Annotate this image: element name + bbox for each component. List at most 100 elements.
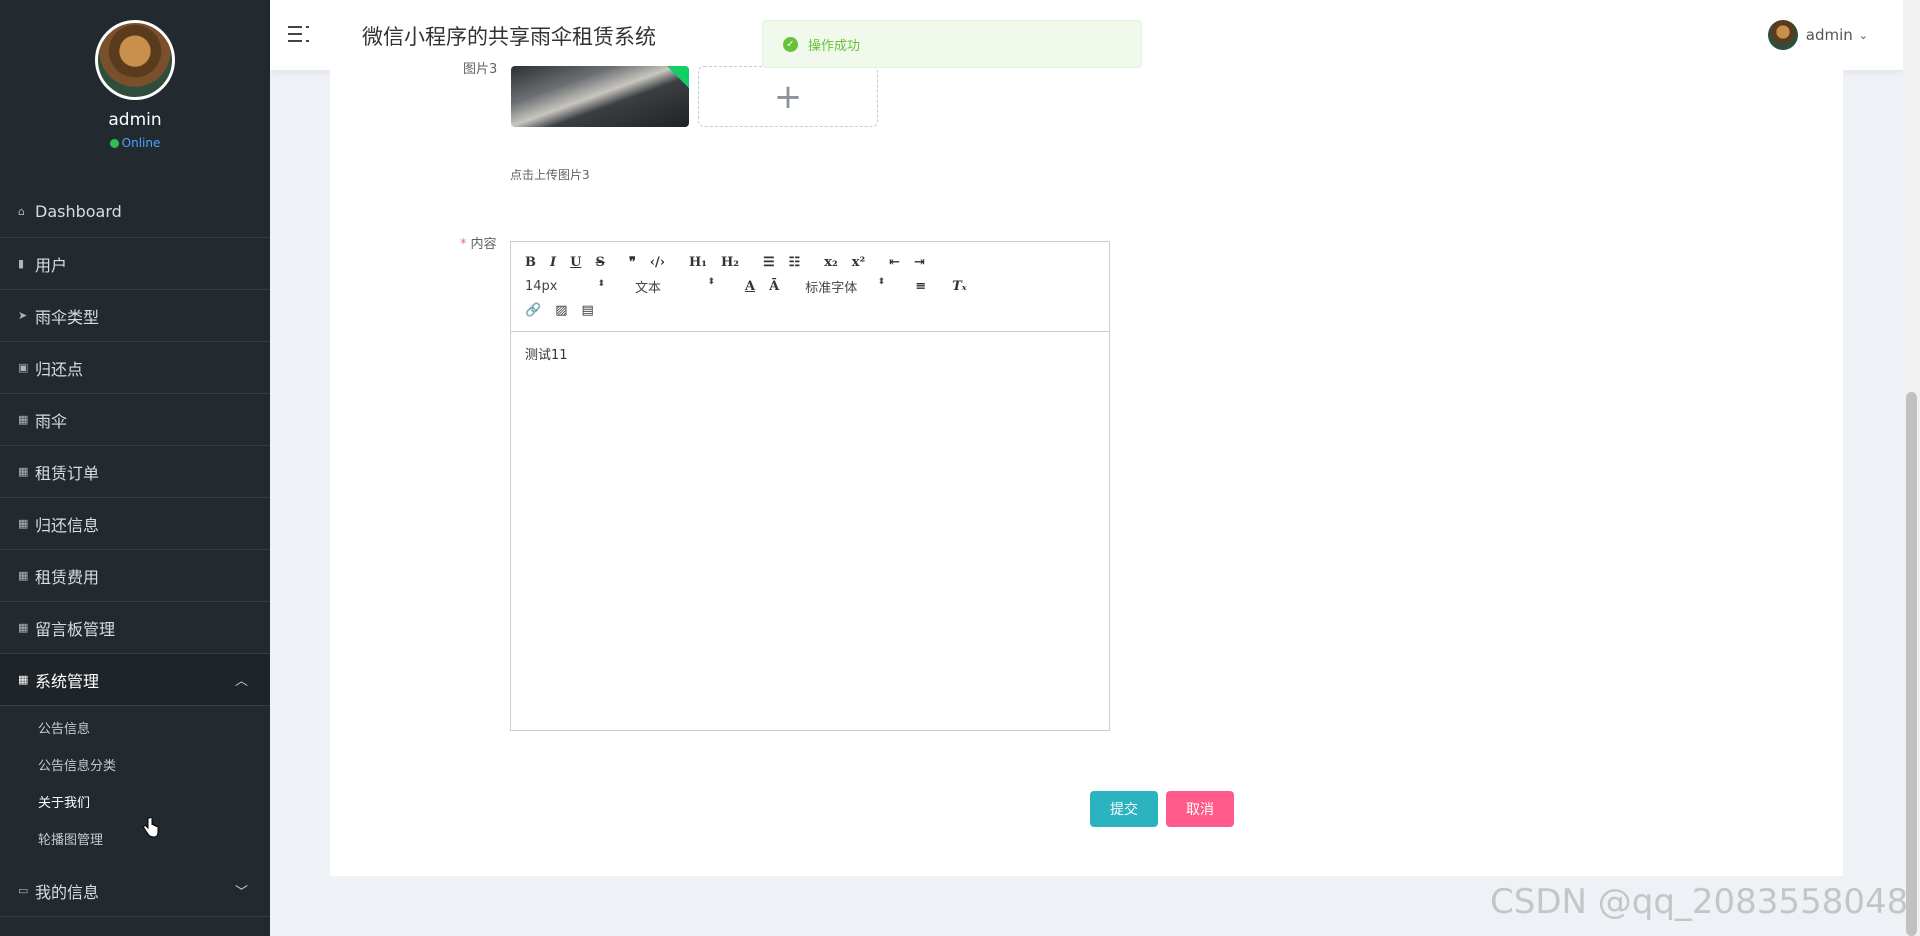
rich-text-editor: B I U S ❞ ‹/› H₁ H₂ ☰ ☷ x₂ x² ⇤ ⇥ 14px ⬍ … bbox=[510, 241, 1110, 731]
clear-format-button[interactable]: Tₓ bbox=[952, 279, 967, 294]
align-button[interactable]: ≡ bbox=[915, 279, 926, 294]
hand-cursor-icon bbox=[143, 817, 159, 838]
sidebar-item-label: 我的信息 bbox=[35, 882, 100, 902]
image-upload-button[interactable]: + bbox=[698, 66, 878, 127]
grid-icon: ▦ bbox=[18, 517, 29, 530]
editor-toolbar: B I U S ❞ ‹/› H₁ H₂ ☰ ☷ x₂ x² ⇤ ⇥ 14px ⬍ … bbox=[511, 242, 1109, 332]
sidebar-item-label: 留言板管理 bbox=[35, 619, 116, 639]
bullet-list-button[interactable]: ☷ bbox=[789, 255, 801, 270]
system-submenu: 公告信息 公告信息分类 关于我们 轮播图管理 bbox=[0, 706, 270, 865]
sidebar-item-return-info[interactable]: ▦ 归还信息 bbox=[0, 498, 270, 550]
sidebar-item-return-points[interactable]: ▣ 归还点 bbox=[0, 342, 270, 394]
chevron-down-icon: ⌄ bbox=[1858, 28, 1868, 42]
sidebar-item-my-info[interactable]: ▭ 我的信息 ﹀ bbox=[0, 865, 270, 917]
clipboard-icon: ▣ bbox=[18, 361, 29, 374]
content-field-label: * 内容 bbox=[460, 233, 497, 252]
font-family-select[interactable]: 标准字体 ⬍ bbox=[805, 277, 885, 296]
content-label-text: 内容 bbox=[470, 237, 497, 252]
sidebar-item-umbrellas[interactable]: ▦ 雨伞 bbox=[0, 394, 270, 446]
underline-button[interactable]: U bbox=[570, 255, 581, 270]
video-icon[interactable]: ▤ bbox=[581, 303, 593, 318]
profile-name: admin bbox=[108, 110, 162, 130]
chevron-up-icon: ︿ bbox=[234, 674, 248, 689]
paper-plane-icon: ➤ bbox=[18, 309, 28, 322]
status-text: Online bbox=[121, 136, 161, 150]
sidebar-item-label: 用户 bbox=[35, 255, 68, 275]
menu-toggle-icon[interactable] bbox=[288, 22, 312, 46]
blockquote-button[interactable]: ❞ bbox=[629, 255, 636, 270]
link-icon[interactable]: 🔗 bbox=[525, 303, 541, 318]
grid-icon: ▦ bbox=[18, 621, 29, 634]
uploaded-image-thumbnail[interactable] bbox=[511, 66, 689, 127]
grid-icon: ▦ bbox=[18, 569, 29, 582]
book-icon: ▮ bbox=[18, 257, 25, 270]
text-color-button[interactable]: A bbox=[745, 279, 755, 294]
select-arrows-icon: ⬍ bbox=[707, 276, 715, 287]
editor-content-area[interactable]: 测试11 bbox=[511, 332, 1109, 730]
sidebar-item-system-management[interactable]: ▦ 系统管理 ︿ bbox=[0, 654, 270, 706]
profile-panel: admin Online bbox=[0, 0, 270, 186]
italic-button[interactable]: I bbox=[550, 255, 556, 270]
id-card-icon: ▭ bbox=[18, 884, 29, 897]
sidebar-item-label: 归还信息 bbox=[35, 515, 100, 535]
avatar bbox=[95, 20, 175, 100]
grid-icon: ▦ bbox=[18, 673, 29, 686]
status-indicator: Online bbox=[0, 136, 270, 150]
success-toast: ✓ 操作成功 bbox=[762, 20, 1142, 68]
online-dot-icon bbox=[109, 139, 119, 148]
sidebar-item-label: 归还点 bbox=[35, 359, 84, 379]
ordered-list-button[interactable]: ☰ bbox=[763, 255, 775, 270]
code-block-button[interactable]: ‹/› bbox=[650, 255, 665, 270]
home-icon: ⌂ bbox=[18, 205, 25, 218]
strike-button[interactable]: S bbox=[595, 255, 604, 270]
scrollbar-thumb[interactable] bbox=[1906, 392, 1917, 936]
header1-button[interactable]: H₁ bbox=[689, 255, 707, 270]
avatar bbox=[1767, 20, 1798, 50]
outdent-button[interactable]: ⇤ bbox=[889, 255, 900, 270]
sidebar-item-label: 雨伞类型 bbox=[35, 307, 100, 327]
submenu-item-announcements[interactable]: 公告信息 bbox=[0, 709, 270, 746]
sidebar-item-label: Dashboard bbox=[35, 202, 122, 221]
sidebar-item-rental-fees[interactable]: ▦ 租赁费用 bbox=[0, 550, 270, 602]
user-dropdown[interactable]: admin ⌄ bbox=[1767, 20, 1868, 50]
uploaded-check-icon bbox=[665, 66, 689, 90]
subscript-button[interactable]: x₂ bbox=[824, 255, 837, 270]
sidebar-item-message-board[interactable]: ▦ 留言板管理 bbox=[0, 602, 270, 654]
submit-button[interactable]: 提交 bbox=[1090, 791, 1158, 827]
grid-icon: ▦ bbox=[18, 413, 29, 426]
plus-icon: + bbox=[773, 76, 803, 117]
bold-button[interactable]: B bbox=[525, 255, 536, 270]
heading-select[interactable]: 文本 ⬍ bbox=[635, 277, 715, 296]
toast-message: 操作成功 bbox=[808, 38, 861, 54]
upload-tip: 点击上传图片3 bbox=[510, 168, 590, 182]
required-mark: * bbox=[460, 237, 467, 252]
watermark: CSDN @qq_2083558048 bbox=[1490, 882, 1909, 922]
background-color-button[interactable]: Ā bbox=[769, 279, 779, 294]
page-scrollbar[interactable] bbox=[1903, 0, 1920, 936]
sidebar-item-umbrella-types[interactable]: ➤ 雨伞类型 bbox=[0, 290, 270, 342]
image-field-label: 图片3 bbox=[463, 62, 498, 77]
sidebar-item-rental-orders[interactable]: ▦ 租赁订单 bbox=[0, 446, 270, 498]
font-size-select[interactable]: 14px ⬍ bbox=[525, 279, 605, 294]
cancel-button[interactable]: 取消 bbox=[1166, 791, 1234, 827]
image-icon[interactable]: ▨ bbox=[555, 303, 567, 318]
app-title: 微信小程序的共享雨伞租赁系统 bbox=[362, 25, 656, 49]
submenu-item-about-us[interactable]: 关于我们 bbox=[0, 783, 270, 820]
sidebar-item-dashboard[interactable]: ⌂ Dashboard bbox=[0, 186, 270, 238]
indent-button[interactable]: ⇥ bbox=[914, 255, 925, 270]
sidebar-item-label: 租赁费用 bbox=[35, 567, 100, 587]
sidebar-item-label: 系统管理 bbox=[35, 671, 100, 691]
grid-icon: ▦ bbox=[18, 465, 29, 478]
sidebar-item-users[interactable]: ▮ 用户 bbox=[0, 238, 270, 290]
font-size-value: 14px bbox=[525, 278, 558, 294]
select-arrows-icon: ⬍ bbox=[597, 278, 605, 289]
sidebar-item-label: 雨伞 bbox=[35, 411, 68, 431]
submenu-item-announcement-categories[interactable]: 公告信息分类 bbox=[0, 746, 270, 783]
sidebar-item-label: 租赁订单 bbox=[35, 463, 100, 483]
check-circle-icon: ✓ bbox=[783, 36, 798, 52]
chevron-down-icon: ﹀ bbox=[234, 885, 248, 900]
sidebar: admin Online ⌂ Dashboard ▮ 用户 ➤ 雨伞类型 ▣ 归还点 ▦… bbox=[0, 0, 270, 936]
header2-button[interactable]: H₂ bbox=[721, 255, 739, 270]
superscript-button[interactable]: x² bbox=[852, 255, 865, 270]
submenu-item-carousel[interactable]: 轮播图管理 bbox=[0, 820, 270, 857]
